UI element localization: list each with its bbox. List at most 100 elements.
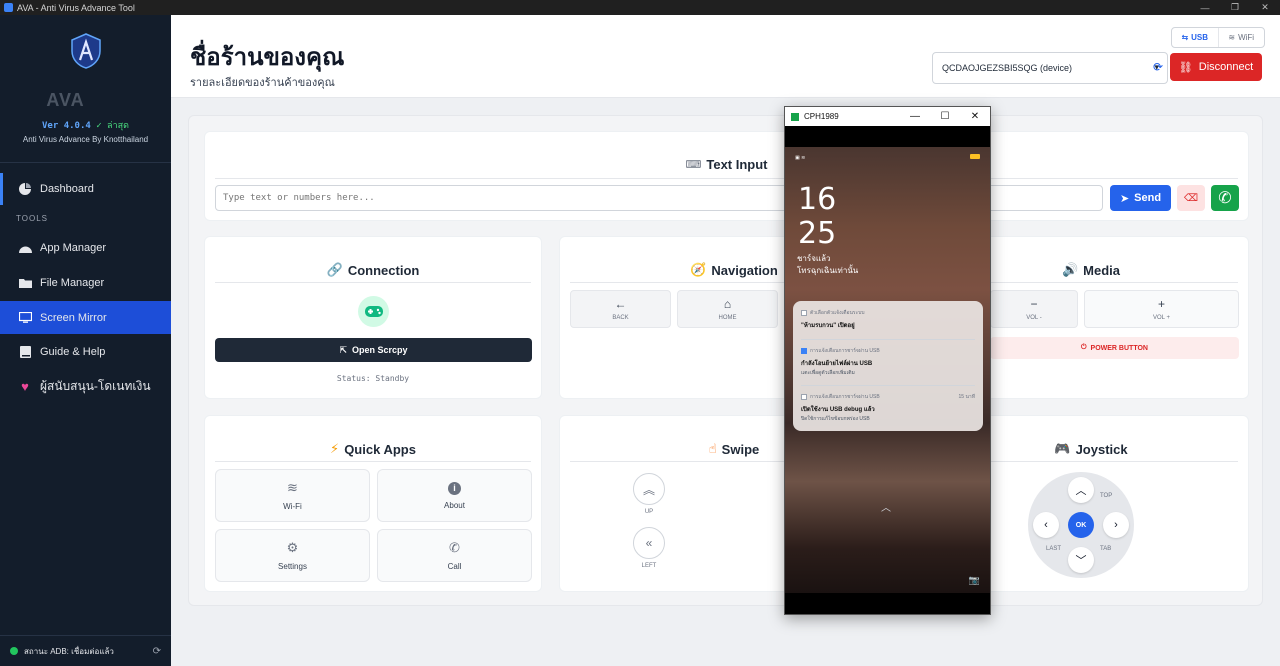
window-titlebar: AVA - Anti Virus Advance Tool — ❐ ✕ [0, 0, 1280, 15]
plus-icon: + [1157, 297, 1165, 311]
open-scrcpy-button[interactable]: ⇱ Open Scrcpy [215, 338, 532, 362]
chevron-down-icon: ﹀ [1075, 555, 1087, 567]
notification-app-icon [801, 394, 807, 400]
quick-app-settings[interactable]: ⚙ Settings [215, 529, 370, 582]
battery-icon [970, 154, 980, 159]
mirror-title: CPH1989 [804, 112, 839, 121]
wifi-label: WiFi [1238, 33, 1255, 42]
notification-body: ปิดใช้การแก้ไขข้อบกพร่อง USB [801, 416, 870, 422]
chevron-up-icon: ︿ [1075, 485, 1087, 497]
external-link-icon: ⇱ [339, 344, 347, 355]
wifi-mode-button[interactable]: ≋ WiFi [1219, 28, 1265, 47]
gamepad-icon: 🎮 [1054, 441, 1071, 456]
text-input-title-text: Text Input [706, 157, 768, 172]
joystick-title-text: Joystick [1075, 441, 1128, 457]
sidebar-item-dashboard[interactable]: Dashboard [0, 173, 171, 205]
refresh-icon[interactable]: ⟳ [153, 646, 161, 657]
sidebar-item-label: ผู้สนับสนุน-โดเนทเงิน [40, 378, 151, 393]
swipe-left-button[interactable]: « [633, 527, 665, 559]
version-label: Ver 4.0.4 ✓ ล่าสุด [0, 118, 171, 132]
app-logo-icon [4, 3, 13, 12]
swipe-up-button[interactable]: ︽ [633, 473, 665, 505]
joystick-tab-label[interactable]: TAB [1100, 546, 1111, 552]
minimize-icon[interactable]: — [1190, 0, 1220, 15]
clock-hour: 16 [798, 182, 837, 217]
joystick-left-button[interactable]: ‹ [1033, 512, 1059, 538]
sidebar-item-guide-help[interactable]: Guide & Help [0, 336, 171, 368]
clear-text-button[interactable]: ⌫ [1177, 185, 1205, 211]
sidebar-item-donate[interactable]: ♥ ผู้สนับสนุน-โดเนทเงิน [0, 370, 171, 402]
quick-app-call[interactable]: ✆ Call [377, 529, 532, 582]
monitor-icon [18, 311, 32, 325]
usb-mode-button[interactable]: ⇆ USB [1172, 28, 1219, 47]
page-title: ชื่อร้านของคุณ [190, 44, 345, 71]
volume-icon: 🔊 [1061, 262, 1079, 277]
notification-title: เปิดใช้งาน USB debug แล้ว [801, 407, 875, 413]
close-icon[interactable]: ✕ [1250, 0, 1280, 15]
back-label: BACK [612, 315, 629, 321]
quick-app-wifi[interactable]: ≋ Wi-Fi [215, 469, 370, 522]
version-text: Ver 4.0.4 [42, 121, 91, 131]
clock-minute: 25 [798, 216, 837, 251]
device-select[interactable]: QCDAOJGEZSBI5SQG (device) ▾ [932, 52, 1168, 84]
status-check-icon [10, 647, 18, 655]
close-icon[interactable]: ✕ [960, 107, 990, 126]
camera-icon[interactable]: 📷 [969, 575, 980, 586]
connection-status: Status: Standby [336, 374, 410, 383]
gear-icon: ⚙ [286, 540, 299, 555]
minus-icon: − [1030, 297, 1038, 311]
back-button[interactable]: ← BACK [570, 290, 671, 328]
call-button[interactable]: ✆ [1211, 185, 1239, 211]
notification-title: "ห้ามรบกวน" เปิดอยู่ [801, 323, 855, 329]
refresh-devices-icon[interactable]: ⟳ [1153, 60, 1163, 74]
power-label: POWER BUTTON [1090, 344, 1148, 352]
home-button[interactable]: ⌂ HOME [677, 290, 778, 328]
phone-screen[interactable]: ▣ ≋ 16 25 ชาร์จแล้ว โทรฉุกเฉินเท่านั้น ต… [785, 147, 990, 593]
maximize-icon[interactable]: ☐ [930, 107, 960, 126]
phone-icon: ✆ [1218, 190, 1232, 207]
window-title: AVA - Anti Virus Advance Tool [17, 2, 135, 13]
joystick-up-button[interactable]: ︿ [1068, 477, 1094, 503]
volume-down-button[interactable]: − VOL - [990, 290, 1078, 328]
text-input-title: ⌨ Text Input [205, 157, 1248, 172]
joystick-down-button[interactable]: ﹀ [1068, 547, 1094, 573]
quick-app-label: Settings [278, 562, 307, 571]
paper-plane-icon: ➤ [1119, 192, 1130, 205]
sidebar-item-screen-mirror[interactable]: Screen Mirror [0, 301, 171, 334]
notification-item[interactable]: การแจ้งเตือนการชาร์จผ่าน USB เปิดใช้งาน … [801, 393, 880, 423]
mirror-window[interactable]: CPH1989 — ☐ ✕ ▣ ≋ 16 25 ชาร์จแล้ว โทรฉุก… [784, 106, 991, 615]
disconnect-button[interactable]: ⛓ Disconnect [1170, 53, 1262, 81]
device-select-value: QCDAOJGEZSBI5SQG (device) [942, 63, 1073, 73]
minimize-icon[interactable]: — [900, 107, 930, 126]
joystick-ok-button[interactable]: OK [1068, 512, 1094, 538]
app-name: AVA [46, 90, 85, 110]
power-button[interactable]: ⏻ POWER BUTTON [990, 337, 1239, 359]
notification-item[interactable]: การแจ้งเตือนการชาร์จผ่าน USB กำลังโอนย้า… [801, 347, 880, 377]
quick-app-label: Call [447, 562, 462, 571]
joystick-right-button[interactable]: › [1103, 512, 1129, 538]
version-badge: ✓ ล่าสุด [96, 121, 129, 131]
maximize-icon[interactable]: ❐ [1220, 0, 1250, 15]
joystick-top-label[interactable]: TOP [1100, 493, 1112, 499]
sidebar: AVA Ver 4.0.4 ✓ ล่าสุด Anti Virus Advanc… [0, 15, 171, 666]
notification-panel: ตัวเลือกตัวแจ้งเตือนระบบ "ห้ามรบกวน" เปิ… [793, 301, 983, 431]
notification-app-name: ตัวเลือกตัวแจ้งเตือนระบบ [810, 310, 865, 316]
double-chevron-up-icon: ︽ [642, 482, 655, 497]
joystick-last-label[interactable]: LAST [1046, 546, 1061, 552]
info-icon: i [448, 481, 461, 495]
sidebar-item-file-manager[interactable]: File Manager [0, 267, 171, 299]
adb-status-bar: สถานะ ADB: เชื่อมต่อแล้ว ⟳ [0, 635, 171, 666]
android-icon [18, 241, 32, 255]
send-button[interactable]: ➤ Send [1110, 185, 1171, 211]
notification-divider [801, 385, 975, 386]
chevron-left-icon: ‹ [1044, 519, 1048, 531]
mirror-titlebar[interactable]: CPH1989 — ☐ ✕ [785, 107, 990, 126]
quick-app-label: About [444, 500, 465, 510]
sidebar-item-app-manager[interactable]: App Manager [0, 232, 171, 264]
notification-app: การแจ้งเตือนการชาร์จผ่าน USB [801, 393, 880, 401]
notification-app-icon [801, 348, 807, 354]
quick-app-about[interactable]: i About [377, 469, 532, 522]
card-divider [215, 282, 531, 283]
volume-up-button[interactable]: + VOL + [1084, 290, 1239, 328]
notification-item[interactable]: ตัวเลือกตัวแจ้งเตือนระบบ "ห้ามรบกวน" เปิ… [801, 309, 865, 330]
